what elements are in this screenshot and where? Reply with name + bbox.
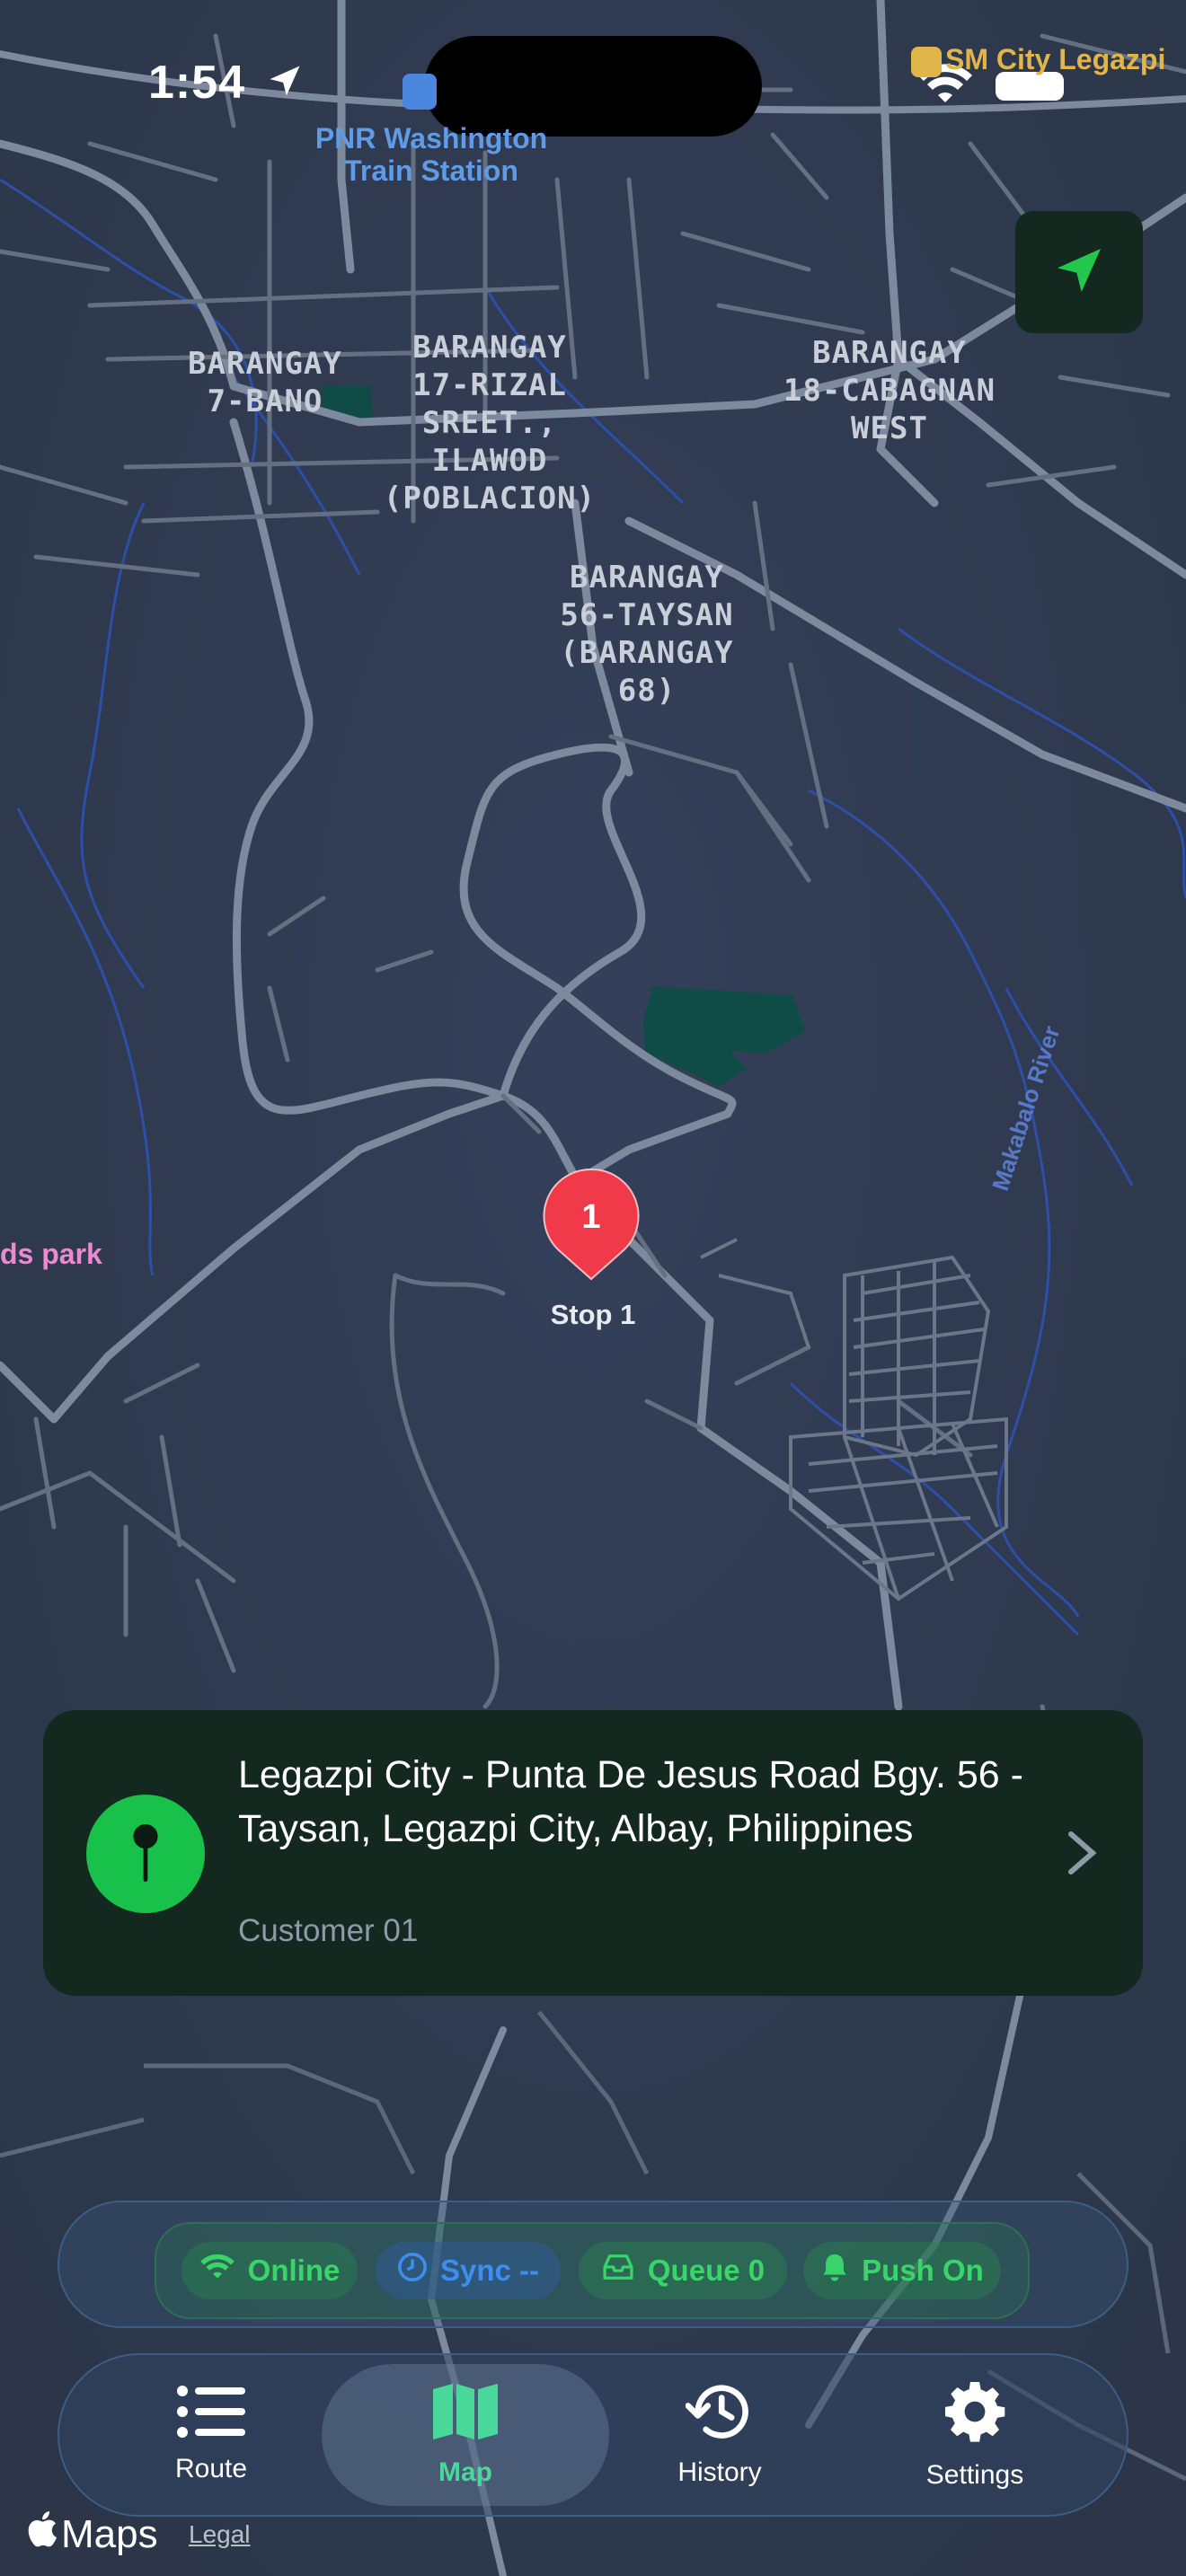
status-time: 1:54: [148, 56, 305, 112]
map-pin-icon: [86, 1795, 205, 1913]
location-arrow-icon: [265, 58, 305, 112]
gear-icon: [943, 2379, 1007, 2451]
tab-history[interactable]: History: [634, 2364, 805, 2506]
map-icon: [431, 2382, 500, 2448]
stop-pin-label: Stop 1: [550, 1299, 636, 1330]
locate-me-button[interactable]: [1015, 211, 1143, 333]
stop-address: Legazpi City - Punta De Jesus Road Bgy. …: [238, 1753, 1023, 1850]
bell-icon: [820, 2252, 849, 2289]
list-icon: [177, 2386, 245, 2445]
train-station-icon[interactable]: [403, 74, 437, 110]
chevron-right-icon: [1066, 1829, 1098, 1882]
apple-logo-icon: [27, 2511, 58, 2557]
map-label-brgy-56: BARANGAY 56-TAYSAN (BARANGAY 68): [560, 560, 734, 709]
clock-icon: [397, 2252, 428, 2289]
map-label-pnr-station[interactable]: PNR Washington Train Station: [288, 122, 575, 187]
map-label-sm-city[interactable]: SM City Legazpi: [911, 43, 1165, 77]
tab-settings[interactable]: Settings: [890, 2364, 1060, 2506]
map-label-brgy-17: BARANGAY 17-RIZAL SREET., ILAWOD (POBLACION): [383, 330, 597, 516]
tab-route[interactable]: Route: [126, 2364, 296, 2506]
online-status-pill[interactable]: Online: [181, 2242, 358, 2299]
history-clock-icon: [685, 2382, 754, 2448]
stop-customer: Customer 01: [238, 1913, 419, 1948]
tray-icon: [601, 2254, 635, 2288]
sync-status-pill[interactable]: Sync --: [376, 2242, 561, 2299]
map-label-park[interactable]: ds park: [0, 1238, 102, 1271]
legal-link[interactable]: Legal: [189, 2520, 251, 2549]
queue-status-pill[interactable]: Queue 0: [579, 2242, 787, 2299]
map-label-brgy-18: BARANGAY 18-CABAGNAN WEST: [783, 335, 996, 446]
wifi-icon: [199, 2254, 235, 2288]
location-arrow-icon: [1050, 242, 1108, 304]
push-status-pill[interactable]: Push On: [803, 2242, 1001, 2299]
shopping-bag-icon: [911, 46, 942, 77]
stop-pin-number: 1: [581, 1198, 601, 1236]
map-label-brgy-7: BARANGAY 7-BANO: [188, 346, 342, 419]
tab-map[interactable]: Map: [322, 2364, 609, 2506]
apple-maps-logo: Maps: [27, 2511, 158, 2557]
